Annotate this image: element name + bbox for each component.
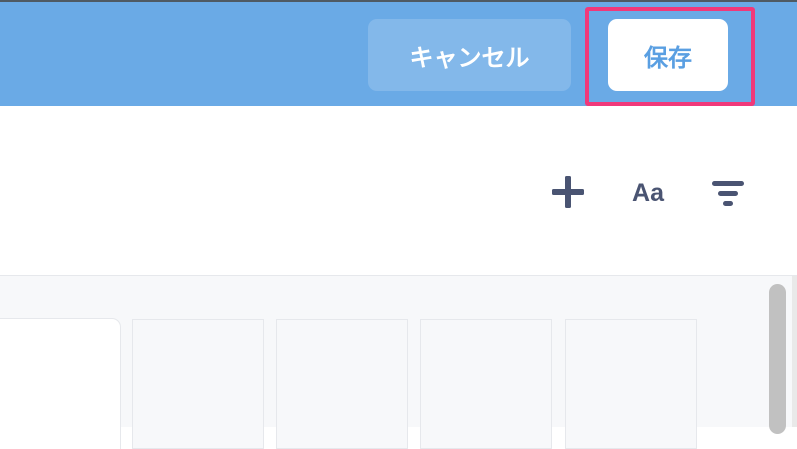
cancel-button[interactable]: キャンセル: [368, 19, 571, 91]
content-area: [0, 276, 797, 449]
toolbar: Aa: [0, 106, 797, 276]
empty-slot[interactable]: [565, 319, 697, 449]
filter-button[interactable]: [706, 176, 750, 212]
save-button[interactable]: 保存: [608, 19, 728, 91]
empty-slot[interactable]: [276, 319, 408, 449]
empty-slot[interactable]: [132, 319, 264, 449]
filter-icon: [712, 181, 744, 206]
scrollbar-edge: [792, 276, 797, 427]
plus-icon: [552, 176, 584, 208]
scrollbar-thumb[interactable]: [769, 284, 786, 434]
font-size-button[interactable]: Aa: [624, 176, 672, 210]
selected-card[interactable]: [0, 319, 120, 449]
header-bar: キャンセル 保存: [0, 2, 797, 106]
add-button[interactable]: [548, 172, 588, 212]
empty-slot[interactable]: [420, 319, 552, 449]
